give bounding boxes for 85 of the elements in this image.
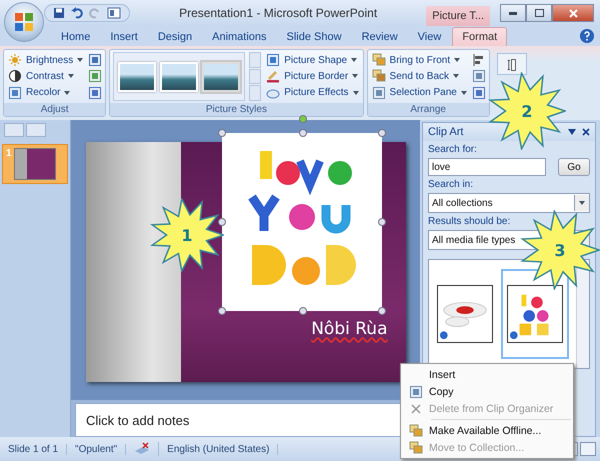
caret-icon	[454, 58, 460, 62]
clip-art-thumbnail	[437, 285, 493, 343]
restore-icon	[534, 9, 544, 17]
delete-icon	[411, 404, 421, 414]
align-icon	[472, 53, 486, 68]
field-label: Results should be:	[428, 216, 512, 227]
back-icon	[372, 69, 386, 84]
caret-icon	[352, 90, 359, 95]
menu-item[interactable]: Insert	[403, 366, 571, 383]
ribbon-button[interactable]: Contrast	[7, 69, 84, 84]
group-label: Adjust	[4, 103, 106, 116]
minimize-button[interactable]	[500, 4, 526, 22]
ribbon-button[interactable]: Send to Back	[370, 69, 468, 84]
window-title: Presentation1 - Microsoft PowerPoint	[178, 6, 378, 20]
callout-starburst: 1	[150, 198, 224, 272]
sun-icon	[8, 53, 22, 68]
resize-handle[interactable]	[378, 307, 386, 315]
scrollbar[interactable]	[576, 260, 589, 368]
ribbon-tab[interactable]: Home	[52, 28, 100, 46]
ribbon-tab[interactable]: Insert	[101, 28, 147, 46]
border-icon	[266, 69, 280, 84]
ribbon-button[interactable]: Bring to Front	[370, 53, 468, 68]
field-label: Search for:	[428, 144, 478, 155]
ribbon-tab[interactable]: Animations	[203, 28, 276, 46]
resize-handle[interactable]	[218, 218, 226, 226]
menu-item[interactable]: Copy	[403, 383, 571, 400]
search-field[interactable]: love	[428, 158, 546, 176]
collections-dropdown[interactable]: All collections	[428, 193, 590, 213]
help-icon[interactable]	[580, 29, 594, 43]
ribbon-tab[interactable]: Format	[452, 27, 508, 46]
minimize-icon	[509, 12, 517, 14]
resize-handle[interactable]	[378, 129, 386, 137]
field-label: Search in:	[428, 179, 474, 190]
caret-icon	[68, 74, 74, 78]
undo-icon[interactable]	[71, 7, 83, 19]
front-icon	[372, 53, 386, 68]
front-icon	[409, 440, 423, 454]
ribbon-button[interactable]: Brightness	[7, 53, 84, 68]
resize-handle[interactable]	[298, 129, 306, 137]
slide-counter: Slide 1 of 1	[0, 444, 68, 454]
caret-icon	[352, 74, 358, 78]
caret-icon	[453, 74, 460, 78]
caret-icon	[64, 90, 70, 95]
close-button[interactable]	[552, 4, 594, 22]
caret-icon	[351, 58, 358, 62]
group-label: Picture Styles	[110, 103, 363, 116]
office-logo-icon	[14, 12, 34, 32]
caret-icon	[579, 201, 585, 205]
close-icon[interactable]	[582, 128, 590, 136]
save-icon[interactable]	[53, 7, 65, 19]
ribbon-button[interactable]: Picture Shape	[265, 53, 360, 68]
clip-art-result[interactable]	[501, 269, 569, 359]
slide-layout-icon[interactable]	[107, 7, 121, 19]
pane-title: Clip Art	[428, 126, 464, 138]
clip-art-picture[interactable]	[222, 133, 382, 311]
go-button[interactable]: Go	[558, 158, 590, 176]
group-label: Arrange	[368, 103, 489, 116]
clip-art-thumbnail	[507, 285, 563, 343]
caret-icon	[460, 90, 467, 95]
slide-caption: Nôbi Rùa	[311, 319, 388, 339]
ribbon-button[interactable]: Recolor	[7, 86, 84, 100]
caret-icon	[77, 58, 84, 62]
ribbon-button[interactable]: Selection Pane	[370, 86, 468, 100]
ribbon-tab[interactable]: Slide Show	[278, 28, 351, 46]
contrast-icon	[8, 69, 22, 84]
slide-show-button[interactable]	[580, 442, 596, 456]
ribbon-tab[interactable]: Review	[352, 28, 407, 46]
front-icon	[409, 424, 423, 438]
resize-handle[interactable]	[218, 307, 226, 315]
gallery-scrollbar[interactable]	[249, 52, 262, 101]
ribbon-button[interactable]: Picture Border	[265, 69, 360, 84]
ribbon-button[interactable]: Picture Effects	[265, 86, 360, 100]
ribbon-tab[interactable]: View	[408, 28, 450, 46]
dropdown-icon[interactable]	[568, 129, 576, 135]
ribbon-tab[interactable]: Design	[148, 28, 202, 46]
theme-name: "Opulent"	[67, 444, 126, 454]
language-indicator: English (United States)	[159, 444, 278, 454]
close-icon	[568, 8, 578, 18]
size-button[interactable]	[496, 53, 527, 75]
callout-starburst: 3	[520, 210, 600, 290]
contextual-tab-header: Picture T...	[426, 6, 490, 26]
resize-handle[interactable]	[218, 129, 226, 137]
maximize-button[interactable]	[526, 4, 552, 22]
callout-starburst: 2	[488, 72, 566, 150]
style-thumbnail[interactable]	[202, 62, 240, 92]
